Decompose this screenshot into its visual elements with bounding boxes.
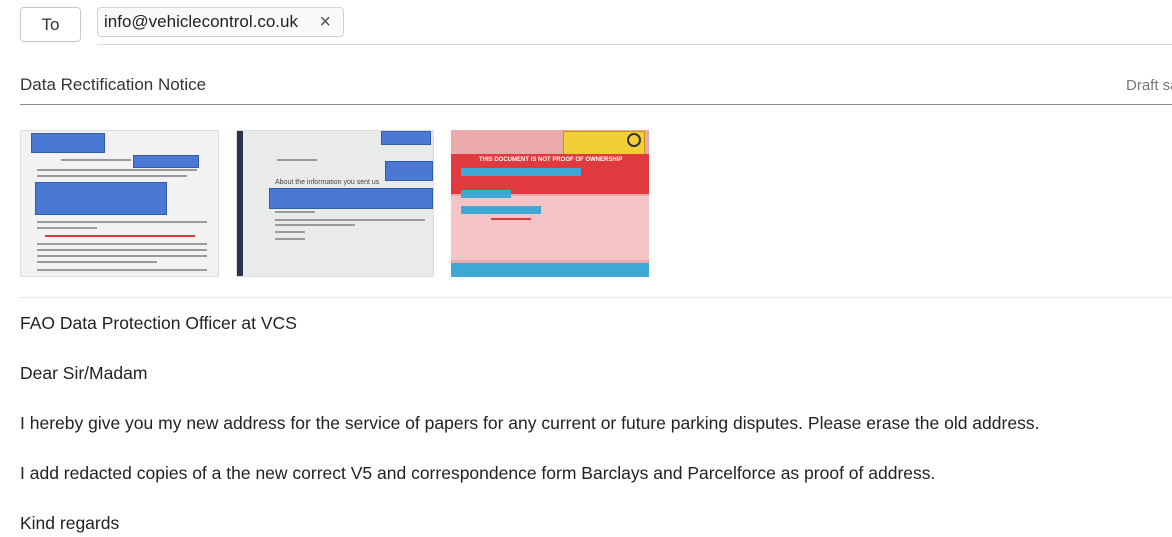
body-paragraph-1[interactable]: I hereby give you my new address for the…: [20, 413, 1039, 434]
attachment-image-2[interactable]: About the information you sent us: [236, 130, 434, 277]
to-button[interactable]: To: [20, 7, 81, 42]
body-salutation[interactable]: Dear Sir/Madam: [20, 363, 147, 384]
body-fao-line[interactable]: FAO Data Protection Officer at VCS: [20, 313, 297, 334]
to-label: To: [41, 14, 60, 34]
subject-divider: [20, 104, 1172, 105]
recipient-chip[interactable]: info@vehiclecontrol.co.uk ×: [97, 7, 344, 37]
to-field-divider: [97, 44, 1172, 45]
attachment-image-1[interactable]: [20, 130, 219, 277]
attachment-3-heading: THIS DOCUMENT IS NOT PROOF OF OWNERSHIP: [479, 157, 623, 163]
draft-status: Draft sa: [1126, 77, 1172, 94]
attachment-image-3[interactable]: THIS DOCUMENT IS NOT PROOF OF OWNERSHIP: [451, 130, 649, 277]
body-paragraph-2[interactable]: I add redacted copies of a the new corre…: [20, 463, 935, 484]
body-divider: [20, 297, 1172, 298]
recipient-email: info@vehiclecontrol.co.uk: [104, 12, 298, 31]
remove-recipient-icon[interactable]: ×: [319, 11, 331, 33]
body-closing[interactable]: Kind regards: [20, 513, 119, 534]
subject-field[interactable]: Data Rectification Notice: [20, 75, 206, 95]
attachment-2-heading: About the information you sent us: [275, 179, 380, 186]
